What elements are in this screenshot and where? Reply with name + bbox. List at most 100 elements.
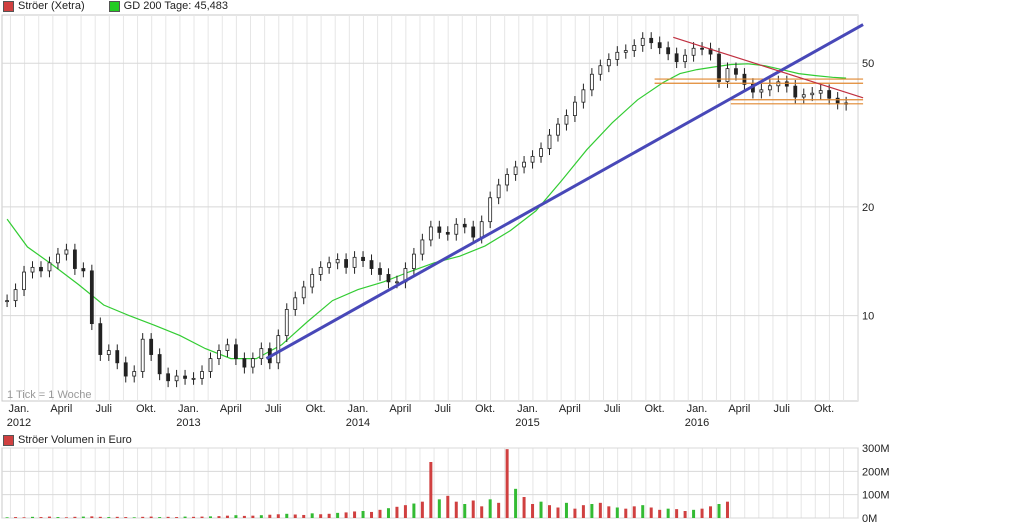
volume-bar — [217, 516, 221, 518]
volume-bar — [81, 516, 85, 518]
x-tick-label: Jan. — [9, 403, 30, 415]
volume-bar — [632, 506, 636, 518]
volume-bar — [141, 516, 145, 518]
price-candle-body — [64, 249, 69, 255]
price-candle-body — [174, 375, 179, 382]
volume-bar — [47, 516, 51, 518]
price-candle-body — [428, 226, 433, 241]
price-candle-body — [513, 166, 518, 175]
x-tick-year-label: 2015 — [515, 417, 539, 429]
price-candle-body — [140, 338, 145, 372]
volume-bar — [175, 517, 179, 518]
price-candle-body — [479, 221, 484, 238]
price-candle-body — [454, 223, 459, 235]
price-candle-body — [30, 266, 35, 273]
volume-y-tick-label: 0M — [862, 513, 877, 525]
x-tick-year-label: 2012 — [7, 417, 31, 429]
price-candle-body — [632, 45, 637, 51]
price-candle-body — [301, 286, 306, 299]
price-candle-body — [649, 37, 654, 44]
price-candle-body — [39, 266, 43, 272]
price-candle-body — [106, 350, 111, 355]
volume-bar — [709, 506, 713, 518]
stock-chart: 10 20 50 Jan. 2012 April Juli Okt. Jan. 2013 April… — [1, 14, 890, 525]
price-candle-body — [132, 371, 137, 377]
volume-bar — [183, 516, 187, 518]
price-candle-body — [56, 253, 60, 264]
volume-bar — [658, 509, 662, 518]
price-candle-body — [717, 53, 721, 82]
price-candle-body — [395, 281, 399, 284]
volume-bar — [370, 511, 374, 518]
volume-bar — [285, 513, 289, 518]
volume-bar — [463, 504, 467, 518]
volume-bar — [310, 513, 314, 518]
price-candle-body — [242, 358, 247, 368]
price-candle-body — [369, 260, 374, 269]
price-candle-body — [89, 270, 94, 325]
x-tick-label: Jan. — [348, 403, 369, 415]
volume-bar — [624, 508, 628, 518]
price-candle-body — [327, 262, 332, 268]
price-candle-body — [547, 134, 552, 150]
x-tick-label: April — [389, 403, 411, 415]
volume-bar — [234, 515, 238, 518]
volume-bar — [607, 506, 611, 518]
price-candle-body — [72, 249, 77, 269]
price-candle-body — [462, 223, 467, 228]
price-candle-body — [793, 85, 798, 98]
x-tick-year-label: 2016 — [685, 417, 709, 429]
price-candle-body — [818, 90, 823, 94]
price-candle-body — [784, 81, 789, 87]
price-candle-body — [615, 51, 620, 60]
volume-bar — [293, 514, 297, 518]
price-candle-body — [166, 373, 171, 382]
volume-bar — [361, 511, 365, 518]
volume-bar — [259, 515, 263, 518]
x-tick-label: Juli — [434, 403, 451, 415]
price-candle-body — [293, 297, 298, 310]
price-candle-body — [149, 338, 154, 355]
volume-bar — [539, 501, 543, 518]
volume-bar — [276, 514, 280, 518]
volume-bar — [446, 495, 450, 518]
price-candle-body — [200, 371, 204, 379]
volume-bar — [522, 497, 526, 518]
volume-bar — [14, 517, 18, 518]
volume-bar — [437, 499, 441, 518]
price-candle-body — [674, 53, 679, 63]
volume-bar — [590, 504, 594, 518]
price-candle-body — [488, 197, 493, 223]
price-candle-body — [284, 309, 289, 337]
volume-bar — [395, 506, 399, 518]
price-candle-body — [276, 335, 281, 364]
volume-bar — [675, 509, 679, 518]
price-candle-body — [217, 350, 221, 360]
price-candle-body — [225, 344, 230, 351]
volume-y-tick-label: 200M — [862, 466, 890, 478]
price-candle-body — [496, 184, 501, 199]
x-tick-label: April — [50, 403, 72, 415]
volume-bar — [5, 517, 9, 518]
price-y-tick-label: 10 — [862, 311, 874, 323]
price-candle-body — [123, 362, 128, 377]
volume-bar — [429, 462, 433, 518]
volume-bar — [149, 516, 153, 518]
price-candle-body — [835, 97, 840, 104]
volume-bar — [420, 501, 424, 518]
price-candle-body — [420, 239, 425, 255]
volume-bar — [581, 505, 585, 518]
volume-bar — [251, 515, 255, 518]
volume-bar — [344, 512, 348, 518]
price-candle-body — [522, 161, 526, 168]
volume-bar — [124, 517, 128, 518]
volume-bar — [268, 514, 272, 518]
volume-bar — [454, 501, 458, 518]
price-y-tick-label: 20 — [862, 202, 874, 214]
volume-bar — [107, 517, 111, 518]
volume-bar — [505, 449, 509, 518]
x-tick-label: Okt. — [305, 403, 325, 415]
price-candle-body — [386, 274, 391, 283]
price-candle-body — [259, 348, 264, 360]
volume-y-tick-label: 100M — [862, 490, 890, 502]
